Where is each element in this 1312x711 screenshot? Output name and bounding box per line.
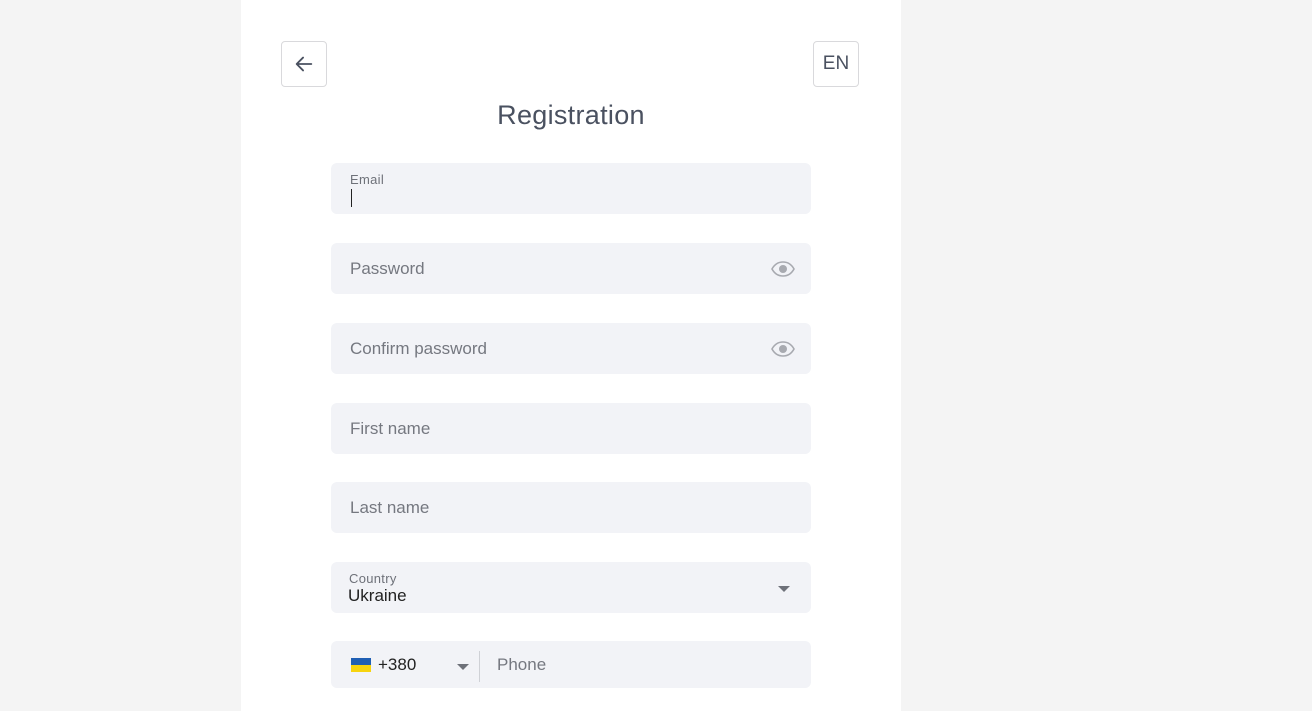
ukraine-flag-icon [351, 658, 371, 672]
phone-prefix-select[interactable]: +380 [331, 641, 479, 688]
last-name-placeholder: Last name [350, 497, 430, 517]
last-name-field[interactable]: Last name [331, 482, 811, 533]
eye-icon[interactable] [771, 340, 795, 357]
country-label: Country [349, 571, 397, 586]
country-select[interactable]: Country Ukraine [331, 562, 811, 613]
text-cursor [351, 189, 352, 207]
password-field[interactable]: Password [331, 243, 811, 294]
chevron-down-icon [457, 664, 469, 670]
email-field[interactable]: Email [331, 163, 811, 214]
first-name-field[interactable]: First name [331, 403, 811, 454]
page-title: Registration [497, 100, 645, 130]
eye-icon[interactable] [771, 260, 795, 277]
phone-input[interactable]: Phone [497, 655, 546, 675]
divider [479, 651, 480, 682]
first-name-placeholder: First name [350, 418, 431, 438]
chevron-down-icon [778, 586, 790, 592]
phone-field: +380 Phone [331, 641, 811, 688]
password-placeholder: Password [350, 258, 425, 278]
confirm-password-field[interactable]: Confirm password [331, 323, 811, 374]
country-value: Ukraine [348, 586, 407, 605]
language-button[interactable]: EN [813, 41, 859, 87]
arrow-left-icon [295, 56, 313, 72]
email-label: Email [350, 172, 385, 187]
language-label: EN [822, 53, 850, 74]
registration-card: EN Registration Email Password Confirm p… [241, 0, 901, 711]
confirm-password-placeholder: Confirm password [350, 338, 487, 358]
back-button[interactable] [281, 41, 327, 87]
phone-prefix-code: +380 [378, 654, 417, 674]
